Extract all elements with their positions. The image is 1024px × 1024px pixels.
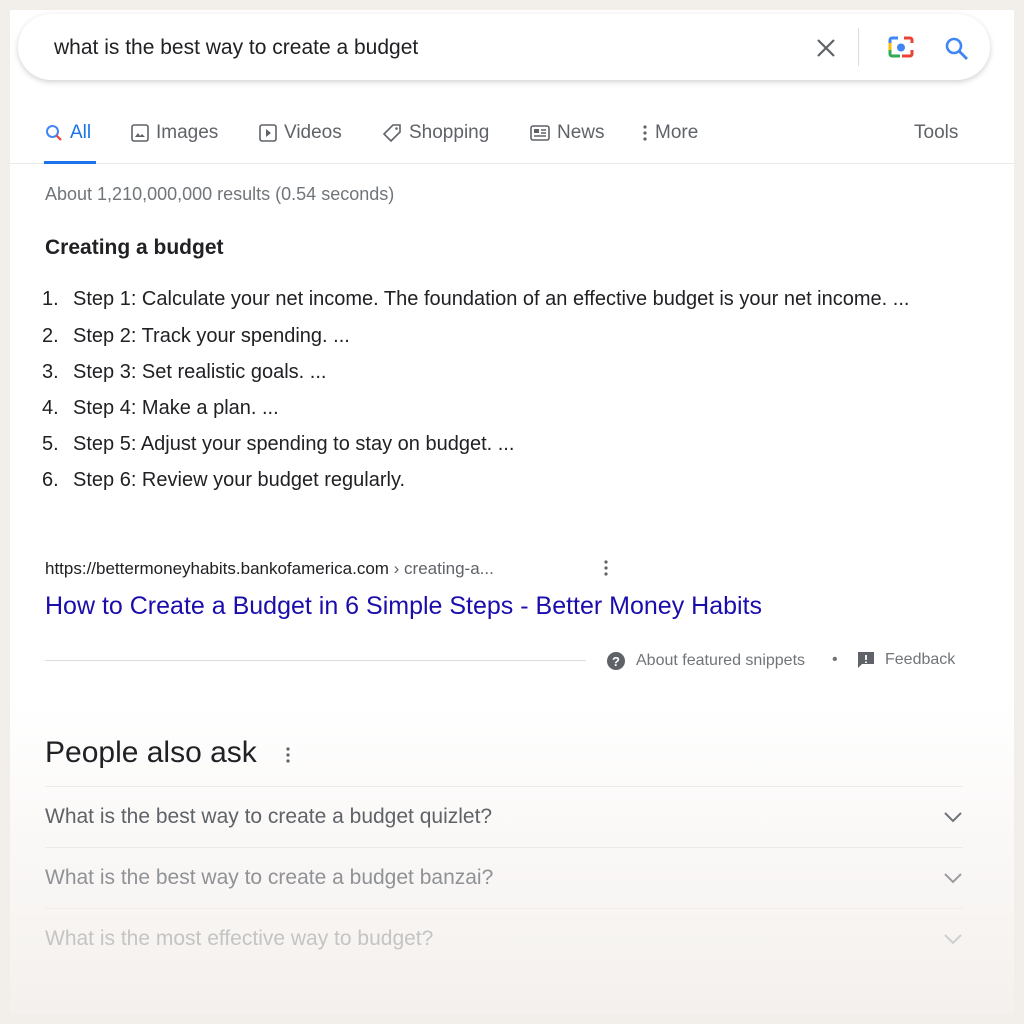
help-icon: ? (607, 652, 625, 670)
list-item: 2. Step 2: Track your spending. ... (42, 325, 350, 347)
tab-news[interactable]: News (530, 122, 605, 144)
list-item: 4. Step 4: Make a plan. ... (42, 397, 279, 419)
question-row[interactable]: What is the best way to create a budget … (45, 786, 963, 847)
tab-shopping[interactable]: Shopping (382, 122, 489, 144)
about-snippets-link[interactable]: ? About featured snippets (606, 651, 805, 671)
people-also-ask-heading: People also ask (45, 736, 257, 769)
tools-button[interactable]: Tools (914, 122, 958, 144)
more-vert-icon (643, 125, 647, 141)
result-url[interactable]: https://bettermoneyhabits.bankofamerica.… (45, 559, 494, 579)
result-title-link[interactable]: How to Create a Budget in 6 Simple Steps… (45, 592, 762, 621)
snippet-steps: 1. Step 1: Calculate your net income. The… (42, 284, 922, 505)
svg-text:?: ? (612, 654, 620, 669)
list-item: 5. Step 5: Adjust your spending to stay o… (42, 433, 515, 455)
question-row[interactable]: What is the best way to create a budget … (45, 847, 963, 908)
tag-icon (382, 124, 401, 143)
divider (858, 28, 859, 66)
tab-videos[interactable]: Videos (259, 122, 342, 144)
more-vert-icon[interactable] (603, 559, 609, 577)
divider (45, 660, 586, 661)
tab-more[interactable]: More (642, 122, 698, 144)
more-vert-icon[interactable] (285, 746, 291, 764)
search-input[interactable]: what is the best way to create a budget (54, 36, 418, 60)
search-icon[interactable] (944, 36, 970, 62)
chevron-down-icon (944, 934, 962, 945)
tab-images[interactable]: Images (131, 122, 218, 144)
tab-all[interactable]: All (45, 122, 91, 144)
question-row[interactable]: What is the most effective way to budget… (45, 908, 963, 969)
list-item: 3. Step 3: Set realistic goals. ... (42, 361, 327, 383)
results-page: what is the best way to create a budget … (10, 10, 1014, 1014)
chevron-down-icon (944, 873, 962, 884)
news-icon (530, 125, 550, 141)
search-icon (46, 125, 62, 141)
close-icon[interactable] (816, 38, 836, 58)
list-item: 1. Step 1: Calculate your net income. The… (42, 288, 910, 310)
search-tabs: All Images Videos Shopping News More Too… (10, 110, 1014, 164)
camera-lens-icon[interactable] (886, 34, 916, 62)
search-bar[interactable]: what is the best way to create a budget (18, 14, 990, 80)
result-stats: About 1,210,000,000 results (0.54 second… (45, 184, 395, 204)
feedback-icon (858, 652, 874, 668)
feedback-link[interactable]: Feedback (857, 651, 955, 669)
image-icon (131, 124, 149, 142)
play-icon (259, 124, 277, 142)
snippet-heading: Creating a budget (45, 236, 224, 259)
list-item: 6. Step 6: Review your budget regularly. (42, 469, 406, 491)
chevron-down-icon (944, 812, 962, 823)
separator-dot: • (832, 651, 838, 668)
active-tab-indicator (44, 161, 96, 164)
